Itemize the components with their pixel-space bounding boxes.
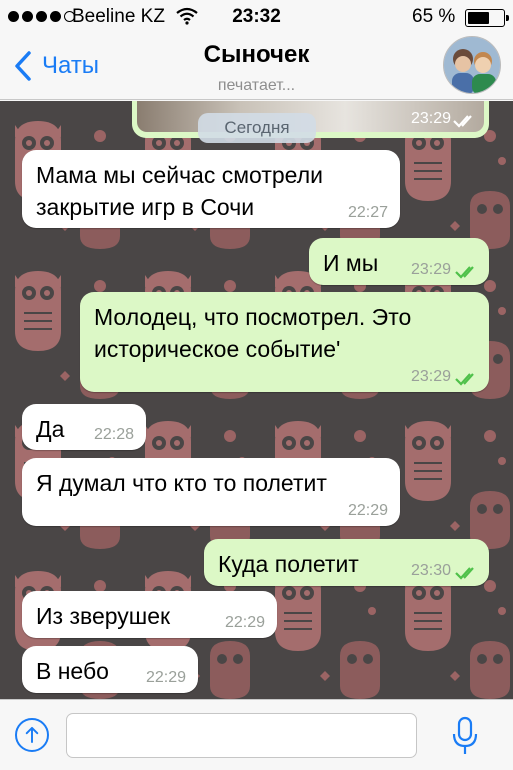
- message-bubble[interactable]: Молодец, что посмотрел. Это историческое…: [80, 292, 489, 392]
- message-input[interactable]: [66, 713, 417, 758]
- microphone-icon[interactable]: [451, 716, 479, 756]
- contact-name[interactable]: Сыночек: [0, 41, 513, 69]
- message-composer: [0, 699, 513, 770]
- message-bubble[interactable]: Я думал что кто то полетит 22:29: [22, 458, 400, 526]
- battery-percent: 65 %: [412, 6, 456, 27]
- message-time: 22:28: [93, 426, 134, 443]
- chat-header: Чаты Сыночек печатает...: [0, 34, 513, 100]
- message-text-line: Я думал что кто то полетит: [36, 470, 327, 496]
- battery-icon: [465, 9, 509, 27]
- chat-area[interactable]: 23:29 Сегодня Мама мы сейчас смотрели за…: [0, 101, 513, 699]
- message-text-line: историческое событие': [94, 336, 341, 362]
- message-text-line: И мы: [323, 250, 379, 276]
- message-time: 23:29: [410, 261, 451, 278]
- message-time: 23:30: [410, 562, 451, 579]
- message-time: 23:29: [410, 110, 451, 127]
- message-time: 22:29: [347, 502, 388, 519]
- message-text-line: закрытие игр в Сочи: [36, 194, 255, 220]
- message-bubble[interactable]: Да 22:28: [22, 404, 146, 450]
- double-check-icon: [455, 373, 474, 386]
- message-bubble[interactable]: Мама мы сейчас смотрели закрытие игр в С…: [22, 150, 400, 228]
- message-bubble[interactable]: И мы 23:29: [309, 238, 489, 285]
- double-check-icon: [455, 567, 474, 580]
- message-time: 23:29: [410, 368, 451, 385]
- message-text-line: Молодец, что посмотрел. Это: [94, 304, 412, 330]
- avatar[interactable]: [443, 36, 501, 94]
- message-text-line: Мама мы сейчас смотрели: [36, 162, 323, 188]
- message-bubble[interactable]: Куда полетит 23:30: [204, 539, 489, 586]
- double-check-icon: [455, 266, 474, 279]
- message-time: 22:27: [347, 204, 388, 221]
- status-bar: Beeline KZ 23:32 65 %: [0, 0, 513, 34]
- message-time: 22:29: [145, 669, 186, 686]
- attach-upload-icon[interactable]: [15, 718, 49, 752]
- message-bubble[interactable]: Из зверушек 22:29: [22, 591, 277, 638]
- double-check-icon: [453, 115, 472, 128]
- typing-status: печатает...: [217, 77, 296, 94]
- message-bubble[interactable]: В небо 22:29: [22, 646, 198, 693]
- message-time: 22:29: [224, 614, 265, 631]
- date-separator: Сегодня: [198, 113, 316, 143]
